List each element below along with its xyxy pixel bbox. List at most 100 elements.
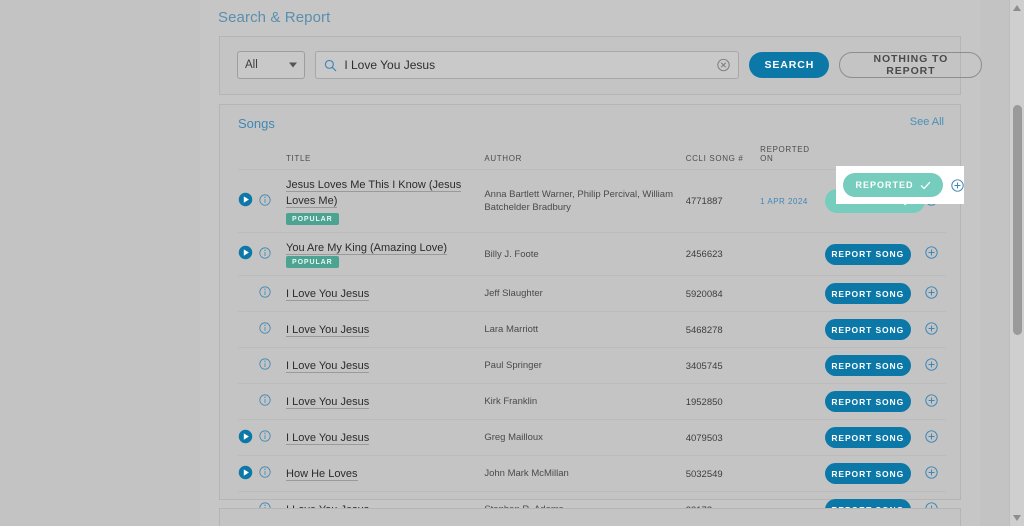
plus-circle-icon[interactable] [925,358,938,371]
search-filter-select[interactable]: All [237,51,306,79]
table-row: You Are My King (Amazing Love) POPULAR Bi… [238,231,946,276]
author-cell: Greg Mailloux [484,419,686,456]
window-scrollbar[interactable] [1009,0,1024,526]
play-circle-icon[interactable] [238,245,253,260]
page-content-column: Search & Report All I Love You Jesus SEA… [200,0,983,526]
info-circle-icon[interactable] [259,394,271,406]
song-title-link[interactable]: I Love You Jesus [286,395,370,409]
songs-card: Songs See All TITLE AUTHOR CCLI SONG # R… [219,104,961,526]
info-cell [259,455,287,492]
info-circle-icon[interactable] [259,286,271,298]
plus-circle-icon[interactable] [925,246,938,259]
search-input-value: I Love You Jesus [344,58,436,72]
play-circle-icon[interactable] [238,465,253,480]
plus-circle-icon[interactable] [925,286,938,299]
info-circle-icon[interactable] [259,322,271,334]
ccli-number: 1952850 [685,396,723,408]
info-circle-icon[interactable] [259,430,271,442]
reported-on-date: 1 APR 2024 [760,197,808,206]
reported-highlight-overlay: REPORTED [836,166,964,204]
add-cell [924,275,946,312]
ccli-cell: 1952850 [685,383,761,420]
song-author: Greg Mailloux [484,432,543,444]
popular-badge: POPULAR [286,213,339,225]
ccli-number: 5032549 [685,468,723,480]
report-song-button[interactable]: REPORT SONG [824,427,911,449]
info-circle-icon[interactable] [259,358,271,370]
song-author: Anna Bartlett Warner, Philip Percival, W… [484,189,673,213]
song-title-link[interactable]: Jesus Loves Me This I Know (Jesus Loves … [286,179,462,208]
action-cell: REPORT SONG [824,419,925,456]
play-cell [238,275,260,312]
song-title-link[interactable]: I Love You Jesus [286,359,370,373]
song-title-link[interactable]: I Love You Jesus [286,287,370,301]
song-title-link[interactable]: You Are My King (Amazing Love) [286,242,448,255]
table-row: I Love You Jesus Lara Marriott 5468278 REPO… [238,311,946,348]
popular-badge: POPULAR [286,256,339,269]
action-cell: REPORT SONG [824,347,925,384]
ccli-cell: 4771887 [685,169,761,233]
report-song-button[interactable]: REPORT SONG [824,319,911,341]
check-icon [920,181,930,189]
plus-circle-icon[interactable] [925,430,938,443]
info-cell [259,169,287,233]
ccli-number: 4079503 [685,432,723,444]
plus-circle-icon[interactable] [925,394,938,407]
col-author-header: AUTHOR [484,154,523,163]
ccli-number: 5468278 [685,324,723,336]
play-cell [238,455,260,492]
author-cell: Kirk Franklin [484,383,686,420]
info-cell [259,231,287,276]
play-circle-icon[interactable] [238,192,253,207]
action-cell: REPORT SONG [824,311,925,348]
song-title-link[interactable]: How He Loves [286,467,358,481]
info-circle-icon[interactable] [259,193,271,206]
song-title-link[interactable]: I Love You Jesus [286,431,370,445]
search-button[interactable]: SEARCH [749,52,830,78]
report-song-button[interactable]: REPORT SONG [824,283,911,305]
chevron-down-icon [289,62,298,68]
plus-circle-icon[interactable] [925,322,938,335]
col-play-header [238,145,259,170]
ccli-cell: 3405745 [685,347,761,384]
action-cell: REPORT SONG [824,383,925,420]
author-cell: Paul Springer [484,347,686,384]
reported-button[interactable]: REPORTED [843,173,943,197]
songs-heading: Songs [238,116,275,131]
ccli-cell: 5920084 [685,275,761,312]
ccli-number: 3405745 [685,360,723,372]
scrollbar-thumb[interactable] [1013,105,1022,335]
report-song-button[interactable]: REPORT SONG [824,243,911,265]
table-row: I Love You Jesus Greg Mailloux 4079503 REPO… [238,419,946,456]
clear-circle-icon[interactable] [717,58,731,72]
table-row: I Love You Jesus Kirk Franklin 1952850 REPO… [238,383,946,420]
info-circle-icon[interactable] [259,466,271,478]
info-circle-icon[interactable] [259,247,271,259]
nothing-to-report-button[interactable]: NOTHING TO REPORT [839,52,983,78]
see-all-link[interactable]: See All [910,116,944,128]
col-ccli-header: CCLI SONG # [685,154,744,163]
report-song-button[interactable]: REPORT SONG [824,391,911,413]
left-gutter [0,0,200,526]
plus-circle-icon[interactable] [951,178,964,192]
ccli-cell: 5468278 [685,311,761,348]
report-song-button[interactable]: REPORT SONG [824,355,911,377]
plus-circle-icon[interactable] [925,466,938,479]
song-title-link[interactable]: I Love You Jesus [286,323,370,337]
report-song-button[interactable]: REPORT SONG [824,463,911,485]
song-author: Paul Springer [484,360,542,372]
title-cell: I Love You Jesus [286,347,485,384]
scroll-up-arrow-icon[interactable] [1013,5,1021,11]
add-cell [924,231,946,276]
song-author: Lara Marriott [484,324,539,336]
ccli-number: 5920084 [685,288,723,300]
action-cell: REPORT SONG [824,455,925,492]
search-input[interactable]: I Love You Jesus [315,51,740,79]
songs-header: Songs See All [238,116,944,136]
play-circle-icon[interactable] [238,429,253,444]
scroll-down-arrow-icon[interactable] [1013,515,1021,521]
info-cell [259,275,287,312]
info-cell [259,347,287,384]
reported-on-cell [760,455,825,492]
info-cell [259,311,287,348]
